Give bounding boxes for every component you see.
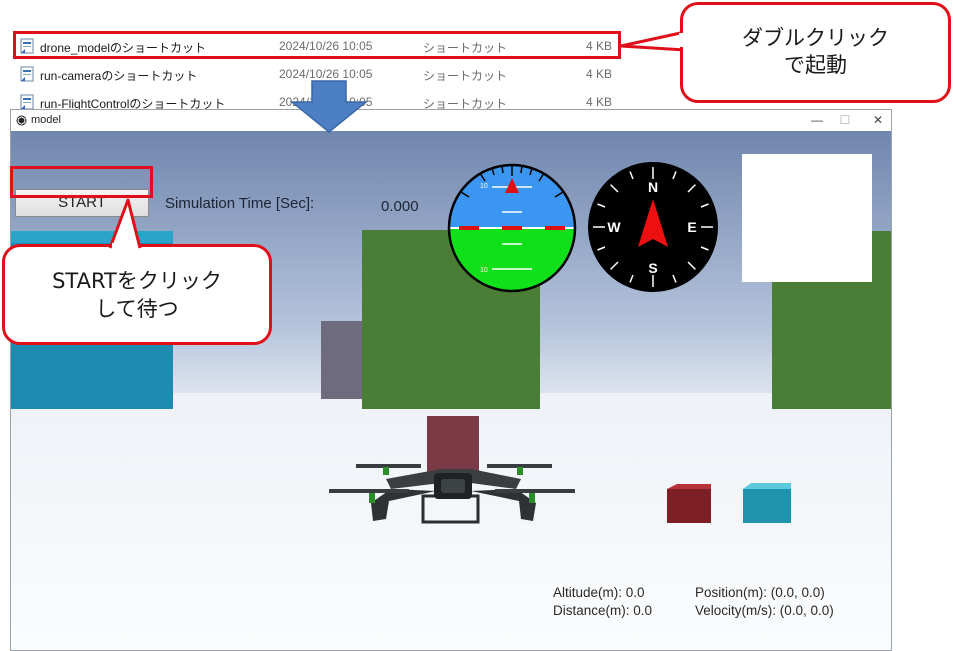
- callout-line: STARTをクリック: [52, 269, 222, 293]
- cube-red: [667, 489, 711, 523]
- compass-north-label: N: [648, 179, 658, 195]
- cube-cyan: [743, 489, 791, 523]
- compass-south-label: S: [648, 260, 657, 276]
- window-title: model: [31, 114, 61, 126]
- callout-joint: [112, 243, 136, 248]
- unity-logo-icon: [16, 115, 27, 126]
- minimize-button[interactable]: —: [807, 113, 827, 127]
- callout-joint: [679, 33, 685, 47]
- compass-east-label: E: [687, 219, 696, 235]
- file-type: ショートカット: [423, 69, 508, 83]
- attitude-indicator: 10 10: [447, 163, 577, 293]
- compass-west-label: W: [607, 219, 621, 235]
- simulation-time-label: Simulation Time [Sec]:: [165, 195, 315, 212]
- simulation-time-value: 0.000: [381, 198, 419, 215]
- shortcut-file-icon: [20, 66, 34, 82]
- callout-start: STARTをクリック して待つ: [2, 244, 272, 345]
- building-gray: [321, 321, 367, 399]
- shortcut-file-icon: [20, 94, 34, 110]
- pitch-tick-top: 10: [480, 183, 488, 190]
- file-name: run-cameraのショートカット: [40, 69, 198, 83]
- down-arrow-icon: [290, 80, 368, 133]
- velocity-readout: Velocity(m/s): (0.0, 0.0): [695, 603, 834, 618]
- callout-double-click: ダブルクリック で起動: [680, 2, 951, 103]
- compass-indicator: N S W E: [588, 162, 718, 292]
- close-button[interactable]: ✕: [868, 113, 888, 127]
- box-maroon: [427, 416, 479, 476]
- distance-readout: Distance(m): 0.0: [553, 603, 653, 618]
- pitch-tick-bottom: 10: [480, 267, 488, 274]
- file-highlight-box: [13, 31, 621, 59]
- file-size: 4 KB: [586, 67, 613, 81]
- callout-line: で起動: [784, 53, 847, 77]
- altitude-readout: Altitude(m): 0.0: [553, 585, 645, 600]
- file-size: 4 KB: [586, 95, 613, 109]
- window-titlebar[interactable]: model — ☐ ✕: [11, 110, 891, 131]
- file-date: 2024/10/26 10:05: [279, 67, 373, 81]
- position-readout: Position(m): (0.0, 0.0): [695, 585, 825, 600]
- callout-line: して待つ: [95, 297, 179, 321]
- callout-line: ダブルクリック: [742, 26, 889, 50]
- maximize-button[interactable]: ☐: [835, 113, 855, 127]
- camera-view-panel: [742, 154, 872, 282]
